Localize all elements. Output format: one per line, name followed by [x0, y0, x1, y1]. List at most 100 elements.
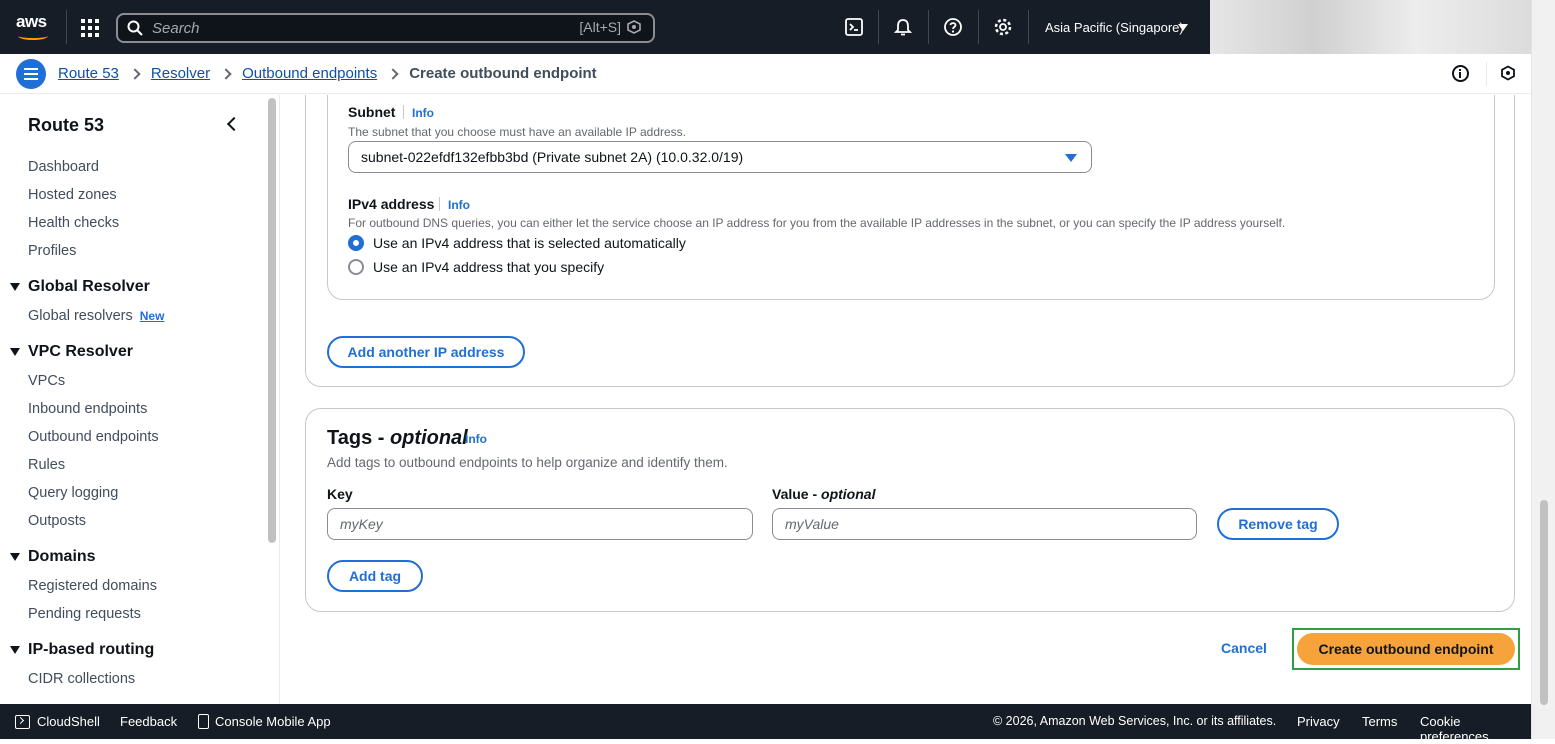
caret-down-icon [10, 283, 20, 291]
sidebar-item-registered-domains[interactable]: Registered domains [28, 578, 157, 594]
mobile-icon[interactable] [198, 714, 209, 729]
sidebar-item-outbound-endpoints[interactable]: Outbound endpoints [28, 429, 159, 445]
footer: CloudShell Feedback Console Mobile App ©… [0, 704, 1531, 744]
sidebar-section-global-resolver[interactable]: Global Resolver [10, 278, 150, 296]
value-label: Value - optional [772, 486, 875, 502]
sidebar-item-pending-requests[interactable]: Pending requests [28, 606, 141, 622]
footer-cookie-preferences[interactable]: Cookie preferences [1420, 714, 1531, 744]
subnet-select[interactable]: subnet-022efdf132efbb3bd (Private subnet… [348, 141, 1092, 173]
cloudshell-icon[interactable] [844, 17, 864, 37]
add-another-ip-button[interactable]: Add another IP address [327, 336, 525, 368]
breadcrumb-resolver[interactable]: Resolver [151, 65, 210, 82]
tags-description: Add tags to outbound endpoints to help o… [327, 455, 728, 470]
key-field[interactable] [328, 509, 752, 539]
tags-title: Tags - optional [327, 427, 468, 450]
caret-down-icon [1065, 154, 1077, 162]
search-icon [127, 20, 143, 36]
sidebar-item-cidr-collections[interactable]: CIDR collections [28, 671, 135, 687]
gear-icon[interactable] [993, 17, 1013, 37]
caret-down-icon[interactable] [1178, 24, 1188, 31]
info-icon[interactable] [1452, 65, 1469, 82]
aws-smile-icon [18, 32, 48, 40]
section-title: Domains [28, 548, 96, 565]
footer-privacy[interactable]: Privacy [1297, 714, 1340, 729]
footer-terms[interactable]: Terms [1362, 714, 1397, 729]
search-bar[interactable]: [Alt+S] [116, 13, 655, 43]
sidebar-title[interactable]: Route 53 [28, 115, 104, 136]
tags-info-link[interactable]: Info [465, 432, 487, 446]
sidebar-item-profiles[interactable]: Profiles [28, 243, 76, 259]
help-icon[interactable] [943, 17, 963, 37]
value-label-text: Value - [772, 486, 822, 502]
radio-specify-label: Use an IPv4 address that you specify [373, 259, 605, 275]
key-label: Key [327, 486, 353, 502]
sidebar-item-hosted-zones[interactable]: Hosted zones [28, 187, 117, 203]
value-field[interactable] [773, 509, 1196, 539]
subnet-info-link[interactable]: Info [412, 106, 434, 120]
sidebar-item-vpcs[interactable]: VPCs [28, 373, 65, 389]
divider [439, 197, 440, 211]
cancel-button[interactable]: Cancel [1221, 640, 1267, 656]
page-scrollbar[interactable] [1531, 0, 1555, 739]
sidebar-item-dashboard[interactable]: Dashboard [28, 159, 99, 175]
ip-address-card: Subnet Info The subnet that you choose m… [327, 95, 1495, 300]
scrollbar-thumb[interactable] [1540, 500, 1548, 705]
tags-container: Tags - optional Info Add tags to outboun… [305, 408, 1515, 612]
sidebar-item-query-logging[interactable]: Query logging [28, 485, 118, 501]
subnet-label: Subnet [348, 104, 396, 120]
sidebar-item-outposts[interactable]: Outposts [28, 513, 86, 529]
divider [66, 10, 67, 44]
value-input[interactable] [772, 508, 1197, 540]
sidebar-section-ip-based-routing[interactable]: IP-based routing [10, 641, 154, 659]
section-title: VPC Resolver [28, 343, 133, 360]
remove-tag-button[interactable]: Remove tag [1217, 508, 1339, 540]
aws-logo[interactable]: aws [16, 12, 52, 40]
divider [1028, 10, 1029, 44]
hexagon-icon[interactable] [1500, 65, 1516, 81]
menu-icon[interactable] [16, 59, 46, 89]
ipv4-info-link[interactable]: Info [448, 198, 470, 212]
sidebar-scrollbar[interactable] [266, 95, 280, 704]
footer-cloudshell[interactable]: CloudShell [37, 714, 100, 729]
sidebar-item-rules[interactable]: Rules [28, 457, 65, 473]
bell-icon[interactable] [893, 17, 913, 37]
sidebar-item-label: Global resolvers [28, 308, 133, 324]
ipv4-description: For outbound DNS queries, you can either… [348, 216, 1286, 230]
create-outbound-endpoint-button[interactable]: Create outbound endpoint [1297, 633, 1515, 665]
radio-unchecked-icon[interactable] [348, 259, 364, 275]
radio-checked-icon[interactable] [348, 235, 364, 251]
subnet-description: The subnet that you choose must have an … [348, 125, 686, 139]
section-title: IP-based routing [28, 641, 155, 658]
tags-title-text: Tags - [327, 427, 390, 449]
highlight-frame: Create outbound endpoint [1292, 628, 1520, 670]
breadcrumb-outbound-endpoints[interactable]: Outbound endpoints [242, 65, 377, 82]
subnet-selected-value: subnet-022efdf132efbb3bd (Private subnet… [361, 149, 744, 165]
sidebar-section-vpc-resolver[interactable]: VPC Resolver [10, 343, 133, 361]
chevron-left-icon[interactable] [226, 116, 242, 132]
add-tag-button[interactable]: Add tag [327, 560, 423, 592]
cloudshell-icon[interactable] [15, 715, 30, 729]
radio-specify-ipv4[interactable]: Use an IPv4 address that you specify [348, 259, 604, 275]
divider [978, 10, 979, 44]
main-content: Subnet Info The subnet that you choose m… [281, 95, 1531, 704]
key-input[interactable] [327, 508, 753, 540]
divider [1486, 62, 1487, 86]
services-grid-icon[interactable] [81, 19, 99, 37]
breadcrumb-route53[interactable]: Route 53 [58, 65, 119, 82]
sidebar-item-health-checks[interactable]: Health checks [28, 215, 119, 231]
search-input[interactable] [152, 18, 552, 38]
new-badge[interactable]: New [140, 309, 165, 323]
sidebar-item-inbound-endpoints[interactable]: Inbound endpoints [28, 401, 147, 417]
scrollbar-thumb[interactable] [268, 98, 276, 543]
radio-auto-ipv4[interactable]: Use an IPv4 address that is selected aut… [348, 235, 686, 251]
breadcrumb-bar: Route 53 Resolver Outbound endpoints Cre… [0, 54, 1531, 94]
sidebar-item-global-resolvers[interactable]: Global resolvers New [28, 308, 164, 324]
footer-feedback[interactable]: Feedback [120, 714, 177, 729]
tags-title-optional: optional [389, 427, 468, 449]
breadcrumb: Route 53 Resolver Outbound endpoints Cre… [58, 65, 597, 82]
footer-mobile-app[interactable]: Console Mobile App [215, 714, 331, 729]
region-selector[interactable]: Asia Pacific (Singapore) [1045, 20, 1184, 35]
sidebar-section-domains[interactable]: Domains [10, 548, 96, 566]
top-navigation: aws [Alt+S] Asia Pacific (Singapore) [0, 0, 1210, 54]
caret-down-icon [10, 646, 20, 654]
